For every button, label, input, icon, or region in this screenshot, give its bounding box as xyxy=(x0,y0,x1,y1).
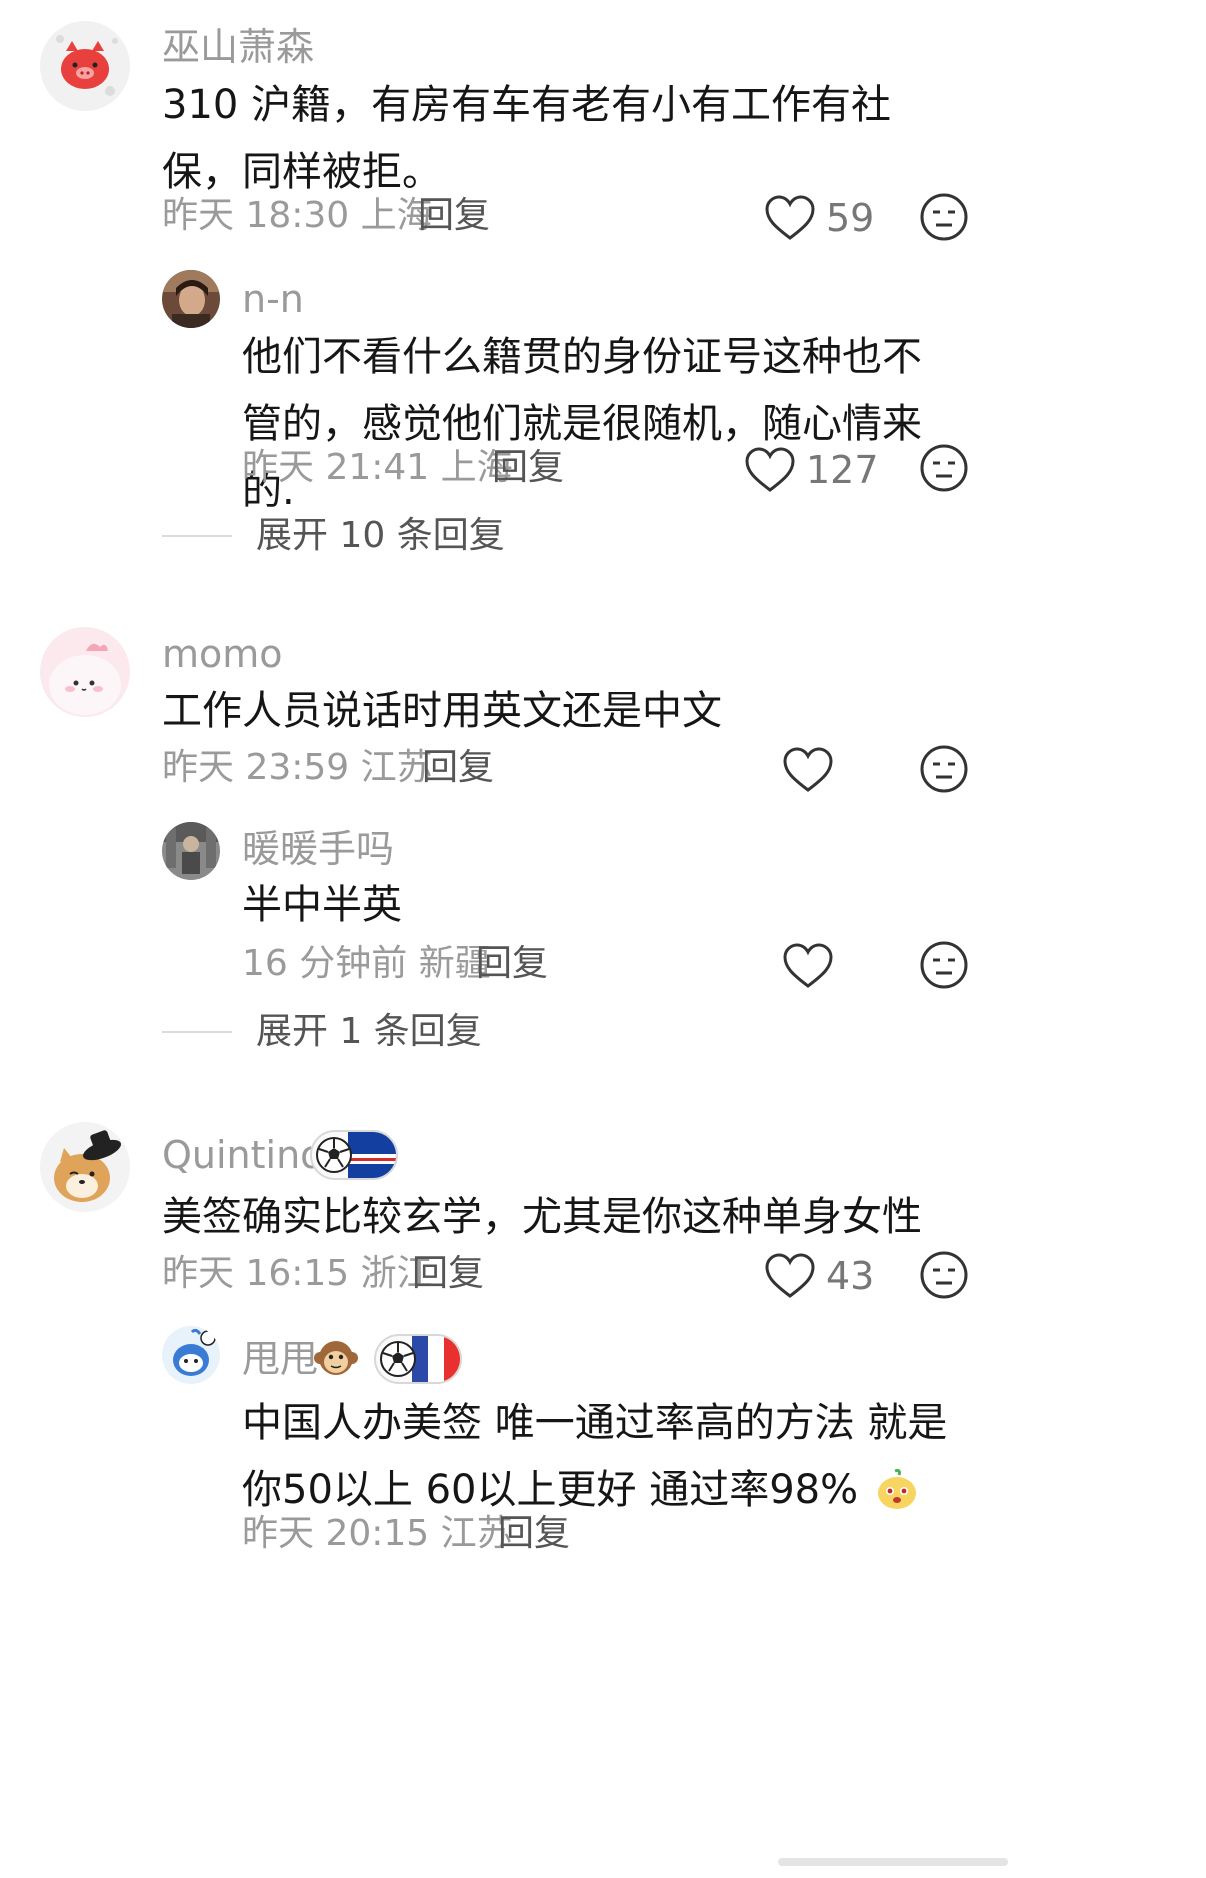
divider xyxy=(162,1031,232,1033)
photo-portrait-icon xyxy=(162,270,220,328)
expand-replies-label: 展开 1 条回复 xyxy=(256,1011,482,1052)
heart-outline-icon xyxy=(783,747,833,792)
blue-cartoon-icon xyxy=(162,1326,220,1384)
fan-badge xyxy=(374,1334,462,1384)
reply-button[interactable]: 回复 xyxy=(476,946,548,982)
like-button[interactable] xyxy=(782,942,844,990)
fan-badge xyxy=(310,1130,398,1180)
like-button[interactable]: 59 xyxy=(764,194,874,242)
home-indicator[interactable] xyxy=(778,1858,1008,1866)
pink-bunny-icon xyxy=(40,627,130,717)
avatar[interactable] xyxy=(40,1122,130,1212)
heart-outline-icon xyxy=(745,447,795,492)
like-count: 59 xyxy=(826,196,875,240)
reply-meta: 16 分钟前 新疆 xyxy=(242,943,491,984)
like-button[interactable]: 43 xyxy=(764,1252,874,1300)
reply-text-body: 中国人办美签 唯一通过率高的方法 就是你50以上 60以上更好 通过率98% xyxy=(242,1400,948,1513)
cute-lemon-face-icon xyxy=(877,1469,916,1509)
neutral-face-icon[interactable] xyxy=(917,742,971,796)
red-pig-face-icon xyxy=(40,21,130,111)
like-button[interactable]: 127 xyxy=(744,446,879,494)
soccer-ball-france-flag-icon xyxy=(380,1336,460,1382)
avatar[interactable] xyxy=(162,270,220,328)
comment-meta: 昨天 23:59 江苏 xyxy=(162,747,433,788)
comment-meta: 昨天 16:15 浙江 xyxy=(162,1253,433,1294)
like-button[interactable] xyxy=(782,746,844,794)
reply-button[interactable]: 回复 xyxy=(492,450,564,486)
heart-outline-icon xyxy=(783,943,833,988)
reply-button[interactable]: 回复 xyxy=(498,1516,570,1552)
expand-replies[interactable]: 展开 10 条回复 xyxy=(162,518,505,554)
reply-meta: 昨天 21:41 上海 xyxy=(242,447,513,488)
reply-text: 半中半英 xyxy=(242,882,402,928)
comment-username[interactable]: momo xyxy=(162,635,283,673)
reply-username[interactable]: 暖暖手吗 xyxy=(242,830,394,868)
comment-text: 310 沪籍，有房有车有老有小有工作有社保，同样被拒。 xyxy=(162,82,892,195)
reply-username[interactable]: n-n xyxy=(242,280,304,318)
heart-outline-icon xyxy=(765,1253,815,1298)
reply-meta: 昨天 20:15 江苏 xyxy=(242,1513,513,1554)
reply-text: 中国人办美签 唯一通过率高的方法 就是你50以上 60以上更好 通过率98% xyxy=(242,1390,952,1524)
avatar[interactable] xyxy=(40,627,130,717)
expand-replies[interactable]: 展开 1 条回复 xyxy=(162,1014,482,1050)
divider xyxy=(162,535,232,537)
neutral-face-icon[interactable] xyxy=(917,441,971,495)
comment-text: 美签确实比较玄学，尤其是你这种单身女性 xyxy=(162,1194,922,1240)
reply-button[interactable]: 回复 xyxy=(422,750,494,786)
like-count: 43 xyxy=(826,1254,875,1298)
like-count: 127 xyxy=(806,448,879,492)
comment-meta: 昨天 18:30 上海 xyxy=(162,195,433,236)
neutral-face-icon[interactable] xyxy=(917,190,971,244)
reply-button[interactable]: 回复 xyxy=(418,198,490,234)
neutral-face-icon[interactable] xyxy=(917,938,971,992)
shiba-dog-hat-icon xyxy=(40,1122,130,1212)
neutral-face-icon[interactable] xyxy=(917,1248,971,1302)
reply-button[interactable]: 回复 xyxy=(412,1256,484,1292)
expand-replies-label: 展开 10 条回复 xyxy=(256,515,505,556)
monkey-face-icon xyxy=(314,1341,358,1375)
photo-figure-icon xyxy=(162,822,220,880)
heart-outline-icon xyxy=(765,195,815,240)
comment-text: 工作人员说话时用英文还是中文 xyxy=(162,688,722,734)
reply-text: 他们不看什么籍贯的身份证号这种也不管的，感觉他们就是很随机，随心情来的. xyxy=(242,334,922,514)
comment-username[interactable]: Quintino xyxy=(162,1136,323,1174)
avatar[interactable] xyxy=(162,822,220,880)
comment-username[interactable]: 巫山萧森 xyxy=(162,28,314,66)
reply-username[interactable]: 甩甩 xyxy=(242,1340,318,1378)
avatar[interactable] xyxy=(40,21,130,111)
soccer-ball-cape-verde-flag-icon xyxy=(316,1132,396,1178)
avatar[interactable] xyxy=(162,1326,220,1384)
